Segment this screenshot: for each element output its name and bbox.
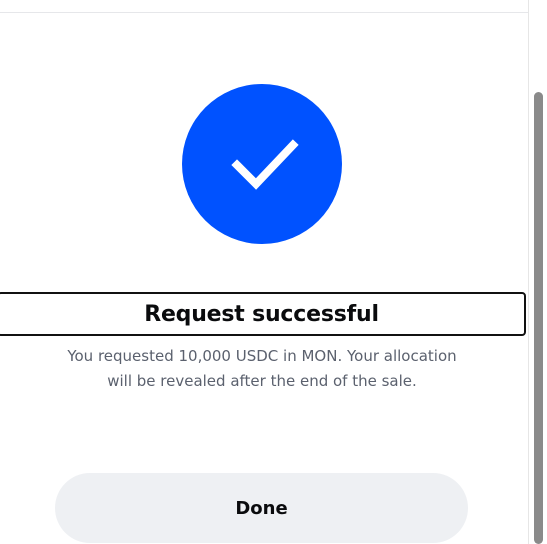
description-line: You requested 10,000 USDC in MON. Your a…: [67, 347, 457, 365]
description-line: will be revealed after the end of the sa…: [107, 372, 417, 390]
dialog-title: Request successful: [144, 301, 379, 327]
scrollbar-thumb[interactable]: [534, 92, 543, 544]
title-container: Request successful: [0, 292, 526, 336]
success-badge: [182, 84, 342, 244]
done-button-label: Done: [235, 497, 288, 519]
checkmark-icon: [231, 139, 299, 190]
header-divider: [0, 12, 528, 13]
success-dialog: Request successful You requested 10,000 …: [0, 0, 528, 544]
done-button[interactable]: Done: [55, 473, 468, 543]
dialog-description: You requested 10,000 USDC in MON. Your a…: [30, 344, 494, 394]
